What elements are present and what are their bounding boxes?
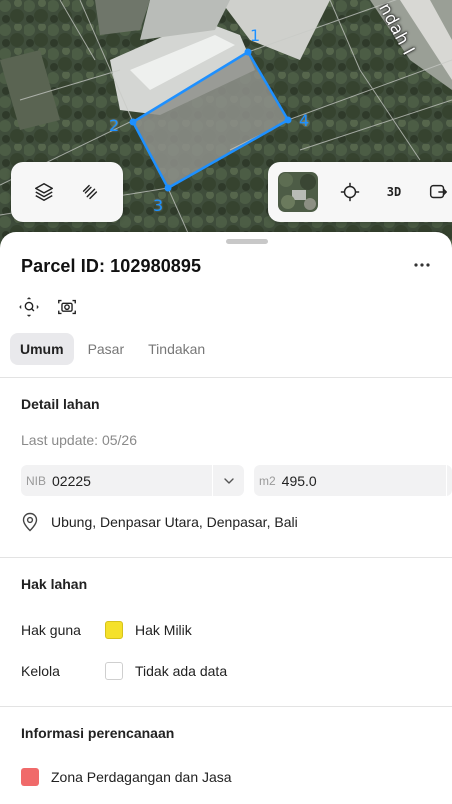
area-field-edge <box>446 465 452 496</box>
rights-label: Kelola <box>21 663 60 679</box>
basemap-thumbnail[interactable] <box>278 172 318 212</box>
zone-text: Zona Perdagangan dan Jasa <box>51 769 232 785</box>
rights-row-hak-guna: Hak guna Hak Milik <box>21 621 192 639</box>
area-unit-prefix: m2 <box>259 473 276 488</box>
map-tools-left <box>11 162 123 222</box>
location-text: Ubung, Denpasar Utara, Denpasar, Bali <box>51 514 298 530</box>
rights-label: Hak guna <box>21 622 81 638</box>
view-3d-button[interactable]: 3D <box>372 170 416 214</box>
rights-value: Hak Milik <box>135 622 192 638</box>
vertex-label-2: 2 <box>109 116 120 135</box>
zone-color-swatch <box>21 768 39 786</box>
section-title-detail: Detail lahan <box>21 396 100 412</box>
divider <box>0 706 452 707</box>
last-update-text: Last update: 05/26 <box>21 432 137 448</box>
map-tools-right: 3D <box>268 162 452 222</box>
street-view-button[interactable] <box>54 294 80 320</box>
chevron-down-icon <box>223 477 234 484</box>
draw-tool-button[interactable] <box>68 170 112 214</box>
rights-color-swatch <box>105 621 123 639</box>
parcel-title: Parcel ID: 102980895 <box>21 256 202 276</box>
camera-icon <box>58 299 76 315</box>
area-value: 495.0 <box>281 472 317 489</box>
vertex-label-4: 4 <box>299 111 310 130</box>
layers-icon <box>35 183 53 201</box>
divider <box>0 377 452 378</box>
share-button[interactable] <box>416 170 452 214</box>
zoom-to-parcel-icon <box>19 297 39 317</box>
nib-dropdown-button[interactable] <box>212 465 244 496</box>
rights-row-kelola: Kelola Tidak ada data <box>21 662 227 680</box>
locate-button[interactable] <box>328 170 372 214</box>
more-options-button[interactable] <box>408 254 436 276</box>
tab-pasar[interactable]: Pasar <box>78 333 135 365</box>
parcel-detail-sheet: Parcel ID: 102980895 Umum Pasar Tindakan… <box>0 232 452 804</box>
crosshair-icon <box>340 182 360 202</box>
layers-button[interactable] <box>22 170 66 214</box>
location-row: Ubung, Denpasar Utara, Denpasar, Bali <box>21 512 298 532</box>
vertex-label-3: 3 <box>153 196 164 215</box>
satellite-thumbnail-icon <box>278 172 318 212</box>
draw-tool-icon <box>82 184 98 200</box>
detail-tabs: Umum Pasar Tindakan <box>10 333 215 365</box>
nib-value: 02225 <box>52 472 91 489</box>
zoom-to-parcel-button[interactable] <box>16 294 42 320</box>
nib-field[interactable]: NIB 02225 <box>21 465 244 496</box>
rights-value: Tidak ada data <box>135 663 228 679</box>
satellite-map[interactable]: ndah I 1 2 3 4 3D <box>0 0 452 260</box>
nib-prefix: NIB <box>26 473 47 488</box>
tab-tindakan[interactable]: Tindakan <box>138 333 215 365</box>
divider <box>0 557 452 558</box>
sheet-drag-handle[interactable] <box>226 239 268 244</box>
parcel-actions <box>16 294 80 320</box>
area-field[interactable]: m2 495.0 <box>254 465 452 496</box>
location-pin-icon <box>22 512 38 532</box>
tab-umum[interactable]: Umum <box>10 333 74 365</box>
vertex-label-1: 1 <box>250 26 261 45</box>
more-horizontal-icon <box>414 263 430 267</box>
rights-color-swatch <box>105 662 123 680</box>
zone-row: Zona Perdagangan dan Jasa <box>21 768 232 786</box>
share-icon <box>429 184 447 199</box>
section-title-rights: Hak lahan <box>21 576 88 592</box>
section-title-planning: Informasi perencanaan <box>21 725 175 741</box>
